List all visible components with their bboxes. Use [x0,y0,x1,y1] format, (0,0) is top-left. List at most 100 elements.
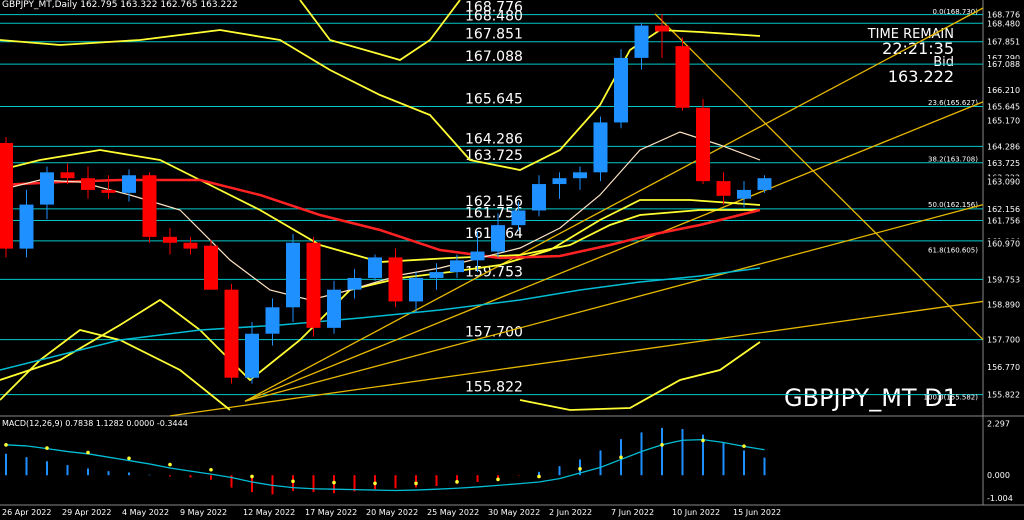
price-tick-label: 158.890 [987,301,1020,310]
price-tick-label: 163.725 [987,159,1020,168]
macd-signal-dot [701,438,705,443]
candle-body [183,242,198,249]
lower-band-line [0,199,761,382]
level-label: 168.480 [465,8,523,24]
price-tick-label: 165.170 [987,116,1020,125]
price-tick-label: 156.770 [987,363,1020,372]
price-tick-label: 167.851 [987,38,1020,47]
macd-tick-label: 2.297 [987,419,1010,428]
fib-label: 100.0(155.582) [924,394,979,402]
time-tick-label: 4 May 2022 [122,508,169,517]
time-tick-label: 25 May 2022 [427,508,479,517]
level-label: 155.822 [465,380,523,396]
macd-signal-dot [496,477,500,482]
macd-signal-dot [619,455,623,460]
candle-body [757,178,772,190]
level-label: 164.286 [465,131,523,147]
macd-signal-dot [660,443,664,447]
candle-body [306,242,321,328]
macd-signal-dot [168,462,172,467]
time-tick-label: 30 May 2022 [488,508,540,517]
macd-signal-dot [455,480,459,484]
price-tick-label: 168.776 [987,11,1020,20]
candle-body [245,333,259,378]
candle-body [388,257,403,302]
macd-signal-dot [86,450,90,455]
time-tick-label: 12 May 2022 [243,508,295,517]
candle-body [81,178,95,190]
level-label: 167.088 [465,49,523,65]
price-tick-label: 168.480 [987,19,1020,28]
time-tick-label: 26 Apr 2022 [2,508,51,517]
candle-body [40,172,54,205]
candle-body [204,245,218,290]
macd-tick-label: 0.000 [987,471,1010,480]
candle-body [737,189,751,199]
candle-body [265,307,280,334]
candle-body [101,189,116,193]
price-tick-label: 164.286 [987,142,1020,151]
price-tick-label: 162.156 [987,205,1020,214]
candle-body [470,251,485,261]
candle-body [60,172,75,179]
candle-body [655,25,669,32]
time-tick-label: 15 Jun 2022 [733,508,781,517]
time-tick-label: 10 Jun 2022 [672,508,720,517]
fib-label: 61.8(160.605) [928,246,978,254]
fib-label: 38.2(163.708) [928,155,978,163]
macd-signal-dot [332,480,336,485]
macd-signal-dot [742,444,746,448]
candle-body [614,57,628,123]
candle-body [142,175,157,237]
macd-signal-dot [414,481,418,486]
middle-band-line [0,149,760,263]
macd-tick-label: -1.004 [987,494,1013,503]
level-label: 165.645 [465,91,523,107]
lower-envelope-right [519,341,761,411]
macd-signal-dot [291,479,295,484]
chart-root: { "header": { "text": "GBPJPY_MT,Daily 1… [0,0,1024,520]
candle-body [163,236,177,243]
candle-body [409,277,423,302]
trend-line [244,203,984,402]
candle-body [552,178,567,185]
candle-body [532,184,546,211]
candle-body [429,272,444,278]
macd-signal-dot [578,466,582,471]
macd-signal-dot [373,481,377,486]
candle-body [19,204,34,249]
candle-body [347,277,362,290]
time-tick-label: 20 May 2022 [366,508,418,517]
price-tick-label: 163.090 [987,177,1020,186]
candle-body [327,289,341,328]
candle-body [675,46,690,108]
candle-body [716,181,731,196]
price-tick-label: 167.088 [987,60,1020,69]
price-tick-label: 159.753 [987,275,1020,284]
top-envelope-arc [299,0,461,61]
price-tick-label: 160.970 [987,240,1020,249]
macd-signal-dot [127,456,131,461]
price-tick-label: 157.700 [987,336,1020,345]
time-tick-label: 29 Apr 2022 [62,508,111,517]
time-tick-label: 7 Jun 2022 [611,508,654,517]
macd-signal-dot [209,467,213,472]
candle-body [696,107,710,182]
candle-body [0,142,13,249]
macd-line [5,438,765,492]
macd-signal-dot [4,443,8,447]
fib-label: 23.6(165.627) [928,99,978,107]
macd-signal-dot [250,474,254,479]
candle-body [450,260,464,273]
candle-body [634,25,649,58]
level-label: 157.700 [465,325,523,341]
chart-canvas: 168.776168.480167.851167.088165.645164.2… [0,0,1024,517]
trend-line [169,300,984,417]
price-tick-label: 155.822 [987,391,1020,400]
time-tick-label: 2 Jun 2022 [549,508,592,517]
price-tick-label: 165.645 [987,102,1020,111]
candle-body [511,210,526,226]
candle-body [224,289,239,378]
macd-signal-dot [537,474,541,479]
price-tick-label: 161.756 [987,217,1020,226]
